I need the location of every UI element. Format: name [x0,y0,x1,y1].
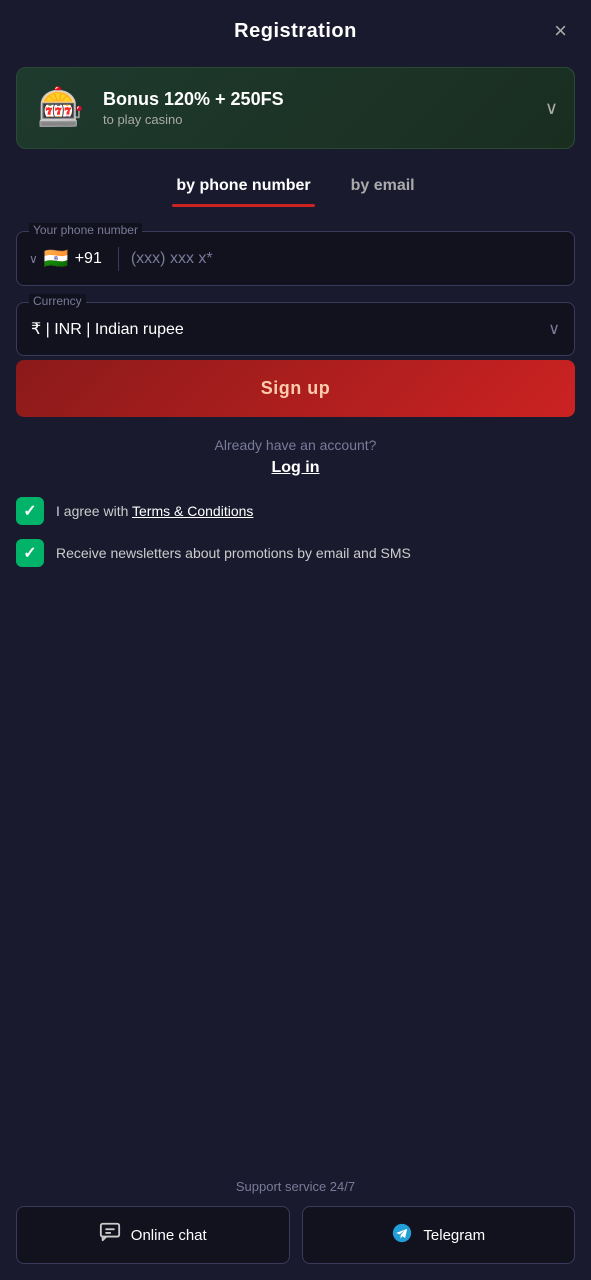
telegram-button-label: Telegram [423,1227,485,1244]
currency-value: ₹ | INR | Indian rupee [31,319,184,339]
terms-label-before: I agree with [56,503,132,519]
country-chevron-icon: ∨ [29,252,38,266]
tab-email[interactable]: by email [347,169,419,207]
checkmark-icon-2: ✓ [23,543,36,563]
currency-row[interactable]: ₹ | INR | Indian rupee ∨ [17,303,574,355]
country-code: +91 [75,250,102,268]
signup-button[interactable]: Sign up [16,360,575,417]
login-button[interactable]: Log in [272,459,320,477]
tab-phone[interactable]: by phone number [172,169,314,207]
bonus-title: Bonus 120% + 250FS [103,89,537,110]
chat-icon [99,1221,121,1249]
support-label: Support service 24/7 [236,1179,355,1194]
bonus-subtitle: to play casino [103,112,537,127]
newsletter-label: Receive newsletters about promotions by … [56,539,411,564]
bonus-banner[interactable]: 🎰 Bonus 120% + 250FS to play casino ∨ [16,67,575,149]
country-selector-button[interactable]: ∨ 🇮🇳 +91 [29,246,102,271]
phone-input[interactable] [131,250,562,268]
registration-tabs: by phone number by email [16,169,575,207]
phone-divider [118,247,119,271]
currency-chevron-icon: ∨ [548,319,560,339]
terms-checkbox-row: ✓ I agree with Terms & Conditions [16,497,575,525]
terms-checkbox[interactable]: ✓ [16,497,44,525]
already-have-account-text: Already have an account? [215,437,377,453]
online-chat-button[interactable]: Online chat [16,1206,290,1264]
checkmark-icon: ✓ [23,501,36,521]
phone-label: Your phone number [29,223,142,237]
login-section: Already have an account? Log in [0,437,591,477]
currency-label: Currency [29,294,86,308]
telegram-icon [391,1222,413,1248]
support-section: Support service 24/7 Online chat Telegra [0,1163,591,1280]
bonus-icon: 🎰 [33,80,89,136]
modal-title: Registration [234,20,357,43]
newsletter-checkbox-row: ✓ Receive newsletters about promotions b… [16,539,575,567]
chat-button-label: Online chat [131,1227,207,1244]
close-button[interactable]: × [554,20,567,42]
checkboxes-section: ✓ I agree with Terms & Conditions ✓ Rece… [0,477,591,567]
bonus-text: Bonus 120% + 250FS to play casino [103,89,537,127]
bonus-chevron-icon: ∨ [545,98,558,119]
newsletter-checkbox[interactable]: ✓ [16,539,44,567]
modal-header: Registration × [0,0,591,59]
terms-link[interactable]: Terms & Conditions [132,503,253,519]
phone-field-group: Your phone number ∨ 🇮🇳 +91 [16,231,575,286]
registration-form: Your phone number ∨ 🇮🇳 +91 Currency ₹ | … [0,231,591,356]
currency-field-group[interactable]: Currency ₹ | INR | Indian rupee ∨ [16,302,575,356]
terms-label: I agree with Terms & Conditions [56,497,253,522]
phone-row: ∨ 🇮🇳 +91 [17,232,574,285]
telegram-button[interactable]: Telegram [302,1206,576,1264]
support-buttons: Online chat Telegram [16,1206,575,1264]
india-flag-icon: 🇮🇳 [44,246,69,271]
